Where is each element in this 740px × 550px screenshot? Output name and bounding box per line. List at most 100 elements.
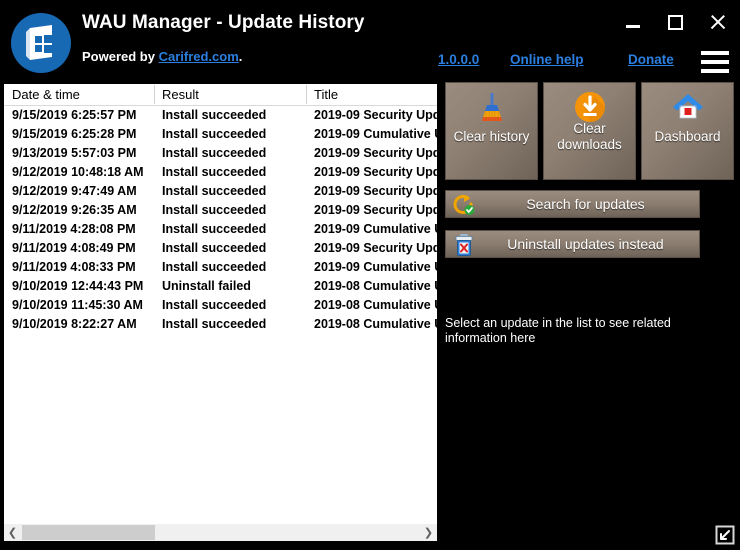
cell-date: 9/11/2019 4:08:49 PM [12, 241, 136, 255]
cell-title: 2019-09 Cumulative Up [314, 260, 437, 274]
version-link[interactable]: 1.0.0.0 [438, 52, 479, 67]
cell-result: Install succeeded [162, 127, 267, 141]
search-for-updates-button[interactable]: Search for updates [445, 190, 700, 218]
scroll-left-arrow-icon[interactable]: ❮ [4, 524, 21, 541]
cell-result: Install succeeded [162, 260, 267, 274]
close-button[interactable] [704, 10, 730, 34]
cell-title: 2019-09 Security Upda [314, 108, 437, 122]
window-controls [620, 8, 730, 36]
list-rows: 9/15/2019 6:25:57 PM Install succeeded 201… [4, 106, 437, 334]
cell-date: 9/10/2019 12:44:43 PM [12, 279, 144, 293]
table-row[interactable]: 9/12/2019 9:47:49 AM Install succeeded 201… [4, 182, 437, 201]
cell-result: Uninstall failed [162, 279, 251, 293]
table-row[interactable]: 9/13/2019 5:57:03 PM Install succeeded 201… [4, 144, 437, 163]
online-help-link[interactable]: Online help [510, 52, 584, 67]
minimize-icon [626, 25, 640, 28]
cell-date: 9/11/2019 4:28:08 PM [12, 222, 136, 236]
cell-date: 9/12/2019 9:47:49 AM [12, 184, 137, 198]
scroll-right-arrow-icon[interactable]: ❯ [420, 524, 437, 541]
powered-by-prefix: Powered by [82, 49, 159, 64]
table-row[interactable]: 9/11/2019 4:08:49 PM Install succeeded 201… [4, 239, 437, 258]
carifred-link[interactable]: Carifred.com [159, 49, 239, 64]
cell-result: Install succeeded [162, 298, 267, 312]
cell-date: 9/12/2019 10:48:18 AM [12, 165, 144, 179]
menu-bar-1 [701, 51, 729, 55]
cell-title: 2019-09 Cumulative Up [314, 222, 437, 236]
table-row[interactable]: 9/11/2019 4:28:08 PM Install succeeded 201… [4, 220, 437, 239]
cell-result: Install succeeded [162, 146, 267, 160]
cell-title: 2019-08 Cumulative Up [314, 279, 437, 293]
clear-history-label: Clear history [453, 129, 530, 144]
table-row[interactable]: 9/12/2019 10:48:18 AM Install succeeded 20… [4, 163, 437, 182]
scrollbar-thumb[interactable] [22, 525, 155, 540]
cell-title: 2019-09 Security Upda [314, 241, 437, 255]
clear-downloads-label-line2: downloads [557, 137, 622, 152]
window-title: WAU Manager - Update History [82, 12, 365, 33]
close-icon [709, 14, 726, 31]
cell-result: Install succeeded [162, 241, 267, 255]
menu-icon[interactable] [701, 49, 731, 73]
table-row[interactable]: 9/11/2019 4:08:33 PM Install succeeded 201… [4, 258, 437, 277]
cell-result: Install succeeded [162, 165, 267, 179]
cell-title: 2019-09 Security Upda [314, 165, 437, 179]
table-row[interactable]: 9/10/2019 12:44:43 PM Uninstall failed 201… [4, 277, 437, 296]
uninstall-updates-label: Uninstall updates instead [507, 236, 664, 252]
column-divider-1[interactable] [154, 85, 155, 104]
uninstall-bin-icon [452, 233, 476, 256]
cell-result: Install succeeded [162, 108, 267, 122]
side-panel: Clear history Clear downloads Dashboard … [440, 78, 740, 550]
cell-date: 9/11/2019 4:08:33 PM [12, 260, 136, 274]
cell-title: 2019-09 Security Upda [314, 203, 437, 217]
cell-result: Install succeeded [162, 203, 267, 217]
cell-title: 2019-09 Cumulative Up [314, 127, 437, 141]
maximize-button[interactable] [662, 10, 688, 34]
cell-title: 2019-09 Security Upda [314, 184, 437, 198]
table-row[interactable]: 9/12/2019 9:26:35 AM Install succeeded 201… [4, 201, 437, 220]
column-header-date[interactable]: Date & time [12, 87, 80, 102]
table-row[interactable]: 9/15/2019 6:25:28 PM Install succeeded 201… [4, 125, 437, 144]
cell-date: 9/13/2019 5:57:03 PM [12, 146, 137, 160]
table-row[interactable]: 9/10/2019 8:22:27 AM Install succeeded 201… [4, 315, 437, 334]
clear-history-button[interactable]: Clear history [445, 82, 538, 180]
cell-title: 2019-08 Cumulative Up [314, 298, 437, 312]
cell-result: Install succeeded [162, 184, 267, 198]
wau-manager-window: WAU Manager - Update History Powered by … [0, 0, 740, 550]
column-header-title[interactable]: Title [314, 87, 338, 102]
selection-info-text: Select an update in the list to see rela… [445, 316, 671, 345]
header-links: 1.0.0.0 Online help Donate [430, 50, 700, 72]
minimize-button[interactable] [620, 10, 646, 34]
powered-by-suffix: . [238, 49, 243, 64]
clear-downloads-label: Clear downloads [547, 121, 632, 153]
app-logo-icon [10, 12, 72, 74]
broom-icon [446, 89, 537, 125]
powered-by-text: Powered by Carifred.com. [82, 49, 242, 64]
cell-result: Install succeeded [162, 317, 267, 331]
download-circle-icon [544, 89, 635, 125]
dashboard-button[interactable]: Dashboard [641, 82, 734, 180]
title-bar: WAU Manager - Update History Powered by … [0, 0, 740, 78]
horizontal-scrollbar[interactable]: ❮ ❯ [4, 524, 437, 541]
cell-date: 9/15/2019 6:25:28 PM [12, 127, 137, 141]
clear-downloads-button[interactable]: Clear downloads [543, 82, 636, 180]
list-column-headers: Date & time Result Title [4, 84, 437, 106]
cell-date: 9/15/2019 6:25:57 PM [12, 108, 137, 122]
home-icon [642, 89, 733, 125]
menu-bar-3 [701, 69, 729, 73]
table-row[interactable]: 9/15/2019 6:25:57 PM Install succeeded 201… [4, 106, 437, 125]
dashboard-label: Dashboard [654, 129, 721, 144]
search-for-updates-label: Search for updates [526, 196, 645, 212]
resize-grip-icon[interactable] [714, 524, 736, 546]
maximize-icon [667, 14, 683, 30]
uninstall-updates-button[interactable]: Uninstall updates instead [445, 230, 700, 258]
column-header-result[interactable]: Result [162, 87, 199, 102]
clear-downloads-label-line1: Clear [573, 121, 606, 136]
update-history-list[interactable]: Date & time Result Title 9/15/2019 6:25:… [4, 84, 437, 526]
cell-date: 9/12/2019 9:26:35 AM [12, 203, 137, 217]
menu-bar-2 [701, 60, 729, 64]
donate-link[interactable]: Donate [628, 52, 674, 67]
refresh-check-icon [452, 193, 476, 216]
column-divider-2[interactable] [306, 85, 307, 104]
cell-date: 9/10/2019 11:45:30 AM [12, 298, 143, 312]
table-row[interactable]: 9/10/2019 11:45:30 AM Install succeeded 20… [4, 296, 437, 315]
cell-title: 2019-08 Cumulative Up [314, 317, 437, 331]
